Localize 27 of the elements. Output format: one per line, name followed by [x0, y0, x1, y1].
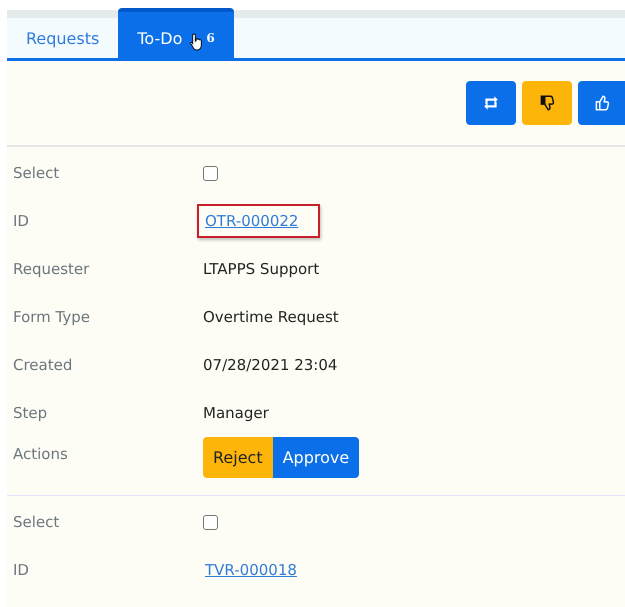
- field-label: Actions: [13, 444, 69, 463]
- field-label: ID: [13, 561, 30, 579]
- tab[interactable]: To-Do 6: [118, 8, 234, 58]
- field-label: Form Type: [13, 308, 92, 326]
- field-label: Select: [13, 164, 60, 182]
- field-label: Requester: [13, 260, 90, 278]
- tab[interactable]: Requests: [7, 8, 118, 58]
- toolbar-button[interactable]: [466, 81, 516, 125]
- thumbs-up-icon: [592, 94, 610, 112]
- toolbar-button[interactable]: [522, 81, 572, 125]
- field-label: ID: [13, 212, 30, 230]
- request-id-link[interactable]: OTR-000022: [197, 204, 320, 238]
- thumbs-down-icon: [538, 94, 556, 112]
- toolbar-button[interactable]: [578, 81, 625, 125]
- action-button[interactable]: Approve: [272, 437, 360, 478]
- field-value: LTAPPS Support: [203, 260, 320, 278]
- field-label: Step: [13, 404, 48, 422]
- checkbox[interactable]: [203, 514, 218, 530]
- field-label: Select: [13, 513, 60, 531]
- request-id-link[interactable]: TVR-000018: [197, 553, 319, 587]
- field-value: Overtime Request: [203, 308, 340, 326]
- repeat-icon: [482, 94, 500, 112]
- action-button[interactable]: Reject: [203, 437, 273, 478]
- field-label: Created: [13, 356, 74, 374]
- field-value: Manager: [203, 404, 270, 422]
- checkbox[interactable]: [203, 166, 218, 180]
- field-value: 07/28/2021 23:04: [203, 356, 338, 374]
